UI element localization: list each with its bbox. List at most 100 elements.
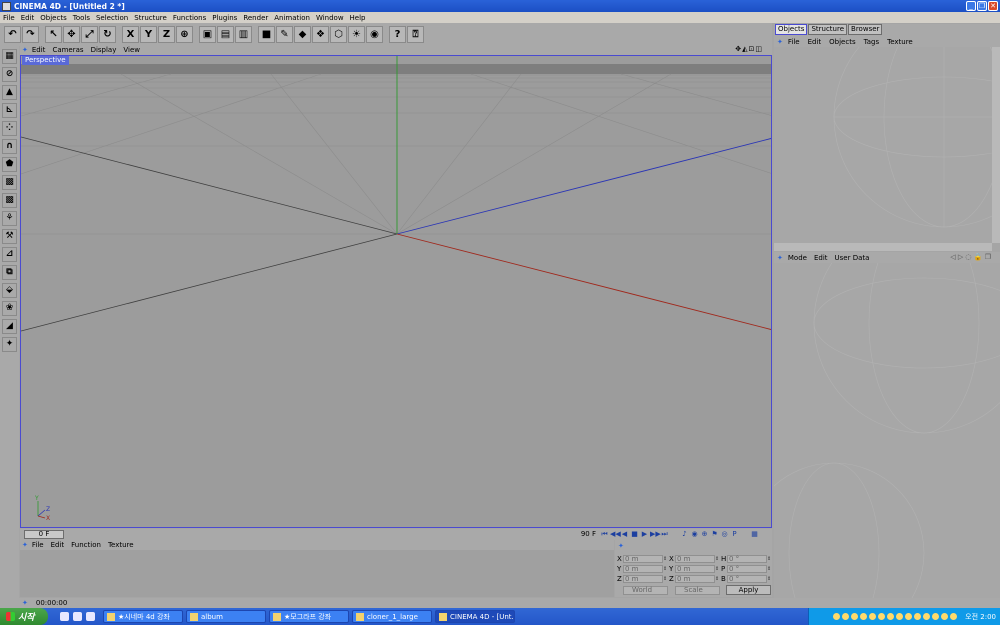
coordinate-value-input[interactable]: 0 ° — [727, 565, 767, 573]
undo-button[interactable]: ↶ — [4, 26, 21, 43]
nurbs-button[interactable]: ◆ — [294, 26, 311, 43]
coordinate-mode-select[interactable]: Scale — [675, 586, 720, 595]
taskbar-task[interactable]: ★시네마 4d 강좌 — [103, 610, 183, 623]
menu-selection[interactable]: Selection — [96, 14, 128, 22]
coordinate-system-button[interactable]: ⊕ — [176, 26, 193, 43]
polygons-mode-button[interactable]: ⬟ — [2, 157, 17, 172]
taskbar-task[interactable]: ★모그라프 강좌 — [269, 610, 349, 623]
playback-control-button[interactable]: P — [730, 529, 739, 539]
tray-icon[interactable] — [860, 613, 868, 620]
menu-objects[interactable]: Objects — [40, 14, 66, 22]
playback-control-button[interactable]: ◀ — [620, 529, 629, 539]
tray-icon[interactable] — [878, 613, 886, 620]
tool-palette-1[interactable]: ▦ — [2, 49, 17, 64]
coordinate-value-input[interactable]: 0 ° — [727, 555, 767, 563]
coordinate-value-input[interactable]: 0 m — [675, 565, 715, 573]
apply-button[interactable]: Apply — [726, 585, 771, 595]
playback-control-button[interactable]: ▦ — [750, 529, 759, 539]
show-desktop-icon[interactable] — [73, 612, 82, 621]
tray-icon[interactable] — [923, 613, 931, 620]
scene-button[interactable]: ☀ — [348, 26, 365, 43]
pin-icon[interactable]: ✦ — [22, 541, 28, 549]
start-button[interactable]: 시작 — [0, 608, 48, 625]
pin-icon[interactable]: ✦ — [22, 46, 28, 54]
playback-control-button[interactable]: ▶▶ — [650, 529, 661, 539]
tray-icon[interactable] — [950, 613, 958, 620]
menu-help[interactable]: Help — [350, 14, 366, 22]
move-tool-button[interactable]: ✥ — [63, 26, 80, 43]
points-mode-button[interactable]: ⁘ — [2, 121, 17, 136]
z-axis-lock-button[interactable]: Z — [158, 26, 175, 43]
stepper-icon[interactable]: ⇕ — [767, 566, 771, 572]
tray-icon[interactable] — [842, 613, 850, 620]
attributes-menu-user-data[interactable]: User Data — [835, 254, 870, 262]
spline-tools-button[interactable]: ✎ — [276, 26, 293, 43]
perspective-viewport[interactable]: Perspective Y Z X — [20, 55, 772, 528]
stepper-icon[interactable]: ⇕ — [715, 566, 719, 572]
tweak-mode-button[interactable]: ⊿ — [2, 247, 17, 262]
tray-icon[interactable] — [941, 613, 949, 620]
coordinate-value-input[interactable]: 0 ° — [727, 575, 767, 583]
help-button[interactable]: ⍰ — [407, 26, 424, 43]
deformer-button[interactable]: ⬡ — [330, 26, 347, 43]
playback-control-button[interactable]: ◉ — [690, 529, 699, 539]
help-pointer-button[interactable]: ? — [389, 26, 406, 43]
stepper-icon[interactable]: ⇕ — [663, 566, 667, 572]
material-menu-file[interactable]: File — [32, 541, 44, 549]
playback-control-button[interactable]: ⊕ — [700, 529, 709, 539]
objects-menu-edit[interactable]: Edit — [808, 38, 822, 46]
y-axis-lock-button[interactable]: Y — [140, 26, 157, 43]
coordinate-value-input[interactable]: 0 m — [623, 565, 663, 573]
playback-control-button[interactable] — [670, 529, 679, 539]
render-picture-viewer-button[interactable]: ▤ — [217, 26, 234, 43]
tray-icon[interactable] — [896, 613, 904, 620]
attributes-nav-icons[interactable]: ◁ ▷ ◌ 🔒 ❐ — [950, 253, 991, 261]
tab-browser[interactable]: Browser — [848, 24, 883, 35]
magnet-button[interactable]: ✦ — [2, 337, 17, 352]
material-menu-texture[interactable]: Texture — [108, 541, 134, 549]
scale-tool-button[interactable]: ⤢ — [81, 26, 98, 43]
cinema4d-app-icon[interactable] — [2, 1, 11, 11]
live-select-button[interactable]: ↖ — [45, 26, 62, 43]
attributes-menu-edit[interactable]: Edit — [814, 254, 828, 262]
menu-plugins[interactable]: Plugins — [212, 14, 237, 22]
tab-structure[interactable]: Structure — [808, 24, 848, 35]
playback-control-button[interactable]: ⏮ — [600, 529, 609, 539]
menu-edit[interactable]: Edit — [21, 14, 35, 22]
tray-icon[interactable] — [932, 613, 940, 620]
tool-palette-2[interactable]: ⊘ — [2, 67, 17, 82]
minimize-button[interactable]: _ — [966, 1, 976, 11]
material-menu-edit[interactable]: Edit — [51, 541, 65, 549]
ie-icon[interactable] — [60, 612, 69, 621]
taskbar-task[interactable]: CINEMA 4D - [Unt... — [435, 610, 515, 623]
viewport-menu-edit[interactable]: Edit — [32, 46, 46, 54]
close-button[interactable]: ✕ — [988, 1, 998, 11]
tab-objects[interactable]: Objects — [775, 24, 808, 35]
playback-control-button[interactable]: ◀◀ — [610, 529, 621, 539]
menu-animation[interactable]: Animation — [274, 14, 310, 22]
viewport-menu-display[interactable]: Display — [91, 46, 117, 54]
objects-menu-file[interactable]: File — [788, 38, 800, 46]
redo-button[interactable]: ↷ — [22, 26, 39, 43]
cube-object-button[interactable]: ■ — [258, 26, 275, 43]
coordinate-value-input[interactable]: 0 m — [675, 575, 715, 583]
tray-icon[interactable] — [887, 613, 895, 620]
menu-render[interactable]: Render — [243, 14, 268, 22]
playback-control-button[interactable]: ◎ — [720, 529, 729, 539]
material-menu-function[interactable]: Function — [71, 541, 101, 549]
menu-file[interactable]: File — [3, 14, 15, 22]
coordinate-space-select[interactable]: World — [623, 586, 668, 595]
model-mode-button[interactable]: ▲ — [2, 85, 17, 100]
inverse-kinematics-button[interactable]: ⚒ — [2, 229, 17, 244]
objects-horizontal-scrollbar[interactable] — [774, 243, 992, 251]
tray-icon[interactable] — [914, 613, 922, 620]
outlook-icon[interactable] — [86, 612, 95, 621]
objects-menu-tags[interactable]: Tags — [864, 38, 880, 46]
current-frame-slider[interactable]: 0 F — [24, 530, 64, 539]
playback-control-button[interactable]: ♪ — [680, 529, 689, 539]
stepper-icon[interactable]: ⇕ — [663, 576, 667, 582]
viewport-menu-view[interactable]: View — [123, 46, 140, 54]
coordinate-value-input[interactable]: 0 m — [623, 575, 663, 583]
paint-tool-button[interactable]: ❀ — [2, 301, 17, 316]
array-tools-button[interactable]: ❖ — [312, 26, 329, 43]
